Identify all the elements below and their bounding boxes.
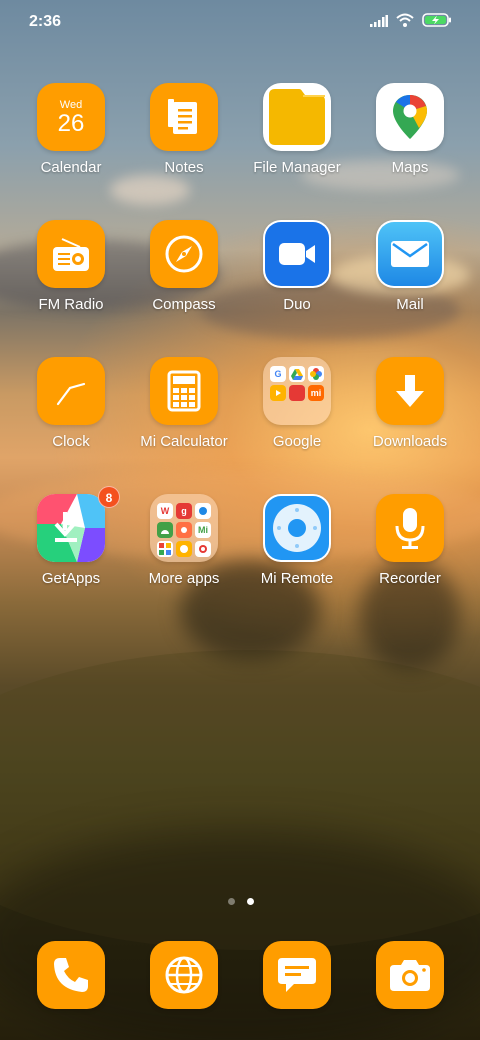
camera-icon	[376, 941, 444, 1009]
app-maps[interactable]: Maps	[350, 83, 470, 203]
app-label: Mi Remote	[260, 570, 334, 587]
dock-browser[interactable]	[124, 941, 244, 1021]
notification-badge: 8	[98, 486, 120, 508]
app-mini-icon	[176, 522, 192, 538]
wifi-icon	[396, 13, 414, 32]
app-recorder[interactable]: Recorder	[350, 494, 470, 614]
mi-mini-icon: mi	[308, 385, 324, 401]
folder-more-apps[interactable]: W g Mi More apps	[124, 494, 244, 614]
status-bar: 2:36	[0, 0, 480, 44]
app-label: Calendar	[40, 159, 102, 176]
app-notes[interactable]: Notes	[124, 83, 244, 203]
folder-google[interactable]: G mi Google	[237, 357, 357, 477]
app-downloads[interactable]: Downloads	[350, 357, 470, 477]
photos-mini-icon	[308, 366, 324, 382]
app-label: File Manager	[253, 159, 341, 176]
folder-icon	[263, 83, 331, 151]
compass-icon	[150, 220, 218, 288]
dock-camera[interactable]	[350, 941, 470, 1021]
app-mini-icon	[157, 541, 173, 557]
app-label: Google	[272, 433, 322, 450]
battery-charging-icon	[422, 13, 452, 32]
app-label: Mail	[396, 296, 424, 313]
app-mini-icon	[176, 541, 192, 557]
app-compass[interactable]: Compass	[124, 220, 244, 340]
app-label: Duo	[283, 296, 311, 313]
folder-icon: W g Mi	[150, 494, 218, 562]
google-mini-icon: G	[270, 366, 286, 382]
page-indicator	[228, 898, 254, 905]
app-duo[interactable]: Duo	[237, 220, 357, 340]
calculator-icon	[150, 357, 218, 425]
gaana-mini-icon: g	[176, 503, 192, 519]
app-mi-calculator[interactable]: Mi Calculator	[124, 357, 244, 477]
app-getapps[interactable]: 8 GetApps	[11, 486, 131, 614]
play-mini-icon	[270, 385, 286, 401]
maps-pin-icon	[376, 83, 444, 151]
app-label: GetApps	[41, 570, 101, 587]
app-file-manager[interactable]: File Manager	[237, 83, 357, 203]
dock-messages[interactable]	[237, 941, 357, 1021]
calendar-date: 26	[57, 110, 85, 137]
signal-icon	[370, 14, 388, 32]
app-mini-icon	[195, 541, 211, 557]
mail-icon	[376, 220, 444, 288]
app-mail[interactable]: Mail	[350, 220, 470, 340]
download-arrow-icon	[376, 357, 444, 425]
app-label: Maps	[391, 159, 429, 176]
status-time: 2:36	[29, 13, 62, 30]
app-label: Mi Calculator	[140, 433, 228, 450]
page-dot-active[interactable]	[247, 898, 254, 905]
drive-mini-icon	[289, 366, 305, 382]
app-label: FM Radio	[38, 296, 104, 313]
app-fm-radio[interactable]: FM Radio	[11, 220, 131, 340]
notes-icon	[150, 83, 218, 151]
app-mini-icon	[195, 503, 211, 519]
app-calendar[interactable]: Wed 26 Calendar	[11, 83, 131, 203]
folder-icon: G mi	[263, 357, 331, 425]
page-dot[interactable]	[228, 898, 235, 905]
store-mini-icon	[289, 385, 305, 401]
app-label: Downloads	[372, 433, 448, 450]
wps-mini-icon: W	[157, 503, 173, 519]
app-clock[interactable]: Clock	[11, 357, 131, 477]
calendar-icon: Wed 26	[37, 83, 105, 151]
app-label: Clock	[52, 433, 90, 450]
app-label: Notes	[164, 159, 204, 176]
app-label: Compass	[152, 296, 216, 313]
app-label: More apps	[148, 570, 220, 587]
app-label: Recorder	[379, 570, 441, 587]
phone-icon	[37, 941, 105, 1009]
radio-icon	[37, 220, 105, 288]
remote-icon	[263, 494, 331, 562]
android-mini-icon	[157, 522, 173, 538]
video-camera-icon	[263, 220, 331, 288]
app-mi-remote[interactable]: Mi Remote	[237, 494, 357, 614]
message-icon	[263, 941, 331, 1009]
microphone-icon	[376, 494, 444, 562]
clock-icon	[37, 357, 105, 425]
getapps-icon	[37, 494, 105, 562]
mi-credit-mini-icon: Mi	[195, 522, 211, 538]
dock-phone[interactable]	[11, 941, 131, 1021]
globe-icon	[150, 941, 218, 1009]
